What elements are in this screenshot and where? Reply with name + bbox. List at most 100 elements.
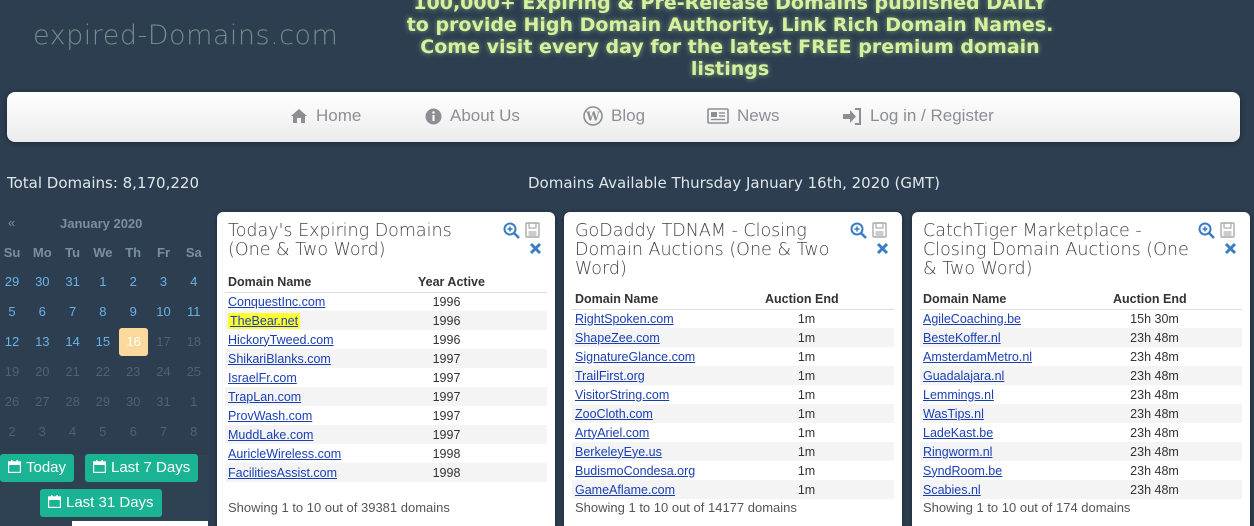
calendar-day[interactable]: 12 (0, 327, 27, 357)
domain-link[interactable]: LadeKast.be (923, 426, 993, 440)
table-header-row: Domain Name Year Active (225, 272, 547, 293)
calendar-day[interactable]: 2 (118, 267, 148, 297)
domain-link[interactable]: VisitorString.com (575, 388, 669, 402)
table-row: FacilitiesAssist.com 1998 (225, 463, 547, 482)
domain-link[interactable]: ConquestInc.com (228, 295, 325, 309)
calendar-day: 23 (125, 364, 141, 379)
domain-link[interactable]: Scabies.nl (923, 483, 981, 497)
domain-link[interactable]: Guadalajara.nl (923, 369, 1004, 383)
last-31-days-button[interactable]: Last 31 Days (40, 489, 162, 517)
domain-link[interactable]: AmsterdamMetro.nl (923, 350, 1032, 364)
domain-table: Domain Name Year Active ConquestInc.com 199… (225, 272, 547, 482)
col-secondary[interactable]: Auction End (762, 289, 894, 310)
panel-expiring-domains: Today's Expiring Domains (One & Two Word… (217, 212, 555, 526)
calendar-prev-month[interactable]: « (8, 215, 15, 230)
domain-link[interactable]: WasTips.nl (923, 407, 984, 421)
table-row: ZooCloth.com 1m (572, 404, 894, 423)
domain-link[interactable]: BesteKoffer.nl (923, 331, 1001, 345)
value-cell: 1m (797, 387, 816, 402)
calendar-day[interactable]: 31 (58, 267, 88, 297)
calendar-day[interactable]: 9 (118, 297, 148, 327)
calendar-day[interactable]: 7 (58, 297, 88, 327)
domain-link[interactable]: BerkeleyEye.us (575, 445, 662, 459)
table-row: Ringworm.nl 23h 48m (920, 442, 1242, 461)
domain-cell: TrailFirst.org (572, 366, 762, 385)
domain-link[interactable]: RightSpoken.com (575, 312, 674, 326)
domain-link[interactable]: Ringworm.nl (923, 445, 992, 459)
calendar-day: 24 (156, 364, 171, 379)
domain-link[interactable]: IsraelFr.com (228, 371, 297, 385)
domain-link[interactable]: TrailFirst.org (575, 369, 645, 383)
table-row: AmsterdamMetro.nl 23h 48m (920, 347, 1242, 366)
domain-link[interactable]: Lemmings.nl (923, 388, 994, 402)
table-row: HickoryTweed.com 1996 (225, 330, 547, 349)
calendar-day[interactable]: 5 (0, 297, 27, 327)
domain-link[interactable]: SyndRoom.be (923, 464, 1002, 478)
col-secondary[interactable]: Auction End (1110, 289, 1242, 310)
domain-link[interactable]: BudismoCondesa.org (575, 464, 695, 478)
calendar-day[interactable]: 14 (58, 327, 88, 357)
calendar-day[interactable]: 8 (88, 297, 118, 327)
value-cell: 23h 48m (1130, 425, 1179, 440)
domain-link[interactable]: AgileCoaching.be (923, 312, 1021, 326)
col-domain-name[interactable]: Domain Name (920, 289, 1110, 310)
domain-link[interactable]: TheBear.net (228, 312, 301, 329)
calendar-day[interactable]: 1 (88, 267, 118, 297)
col-secondary[interactable]: Year Active (415, 272, 547, 293)
calendar-day-today[interactable]: 16 (119, 328, 149, 356)
table-row: SignatureGlance.com 1m (572, 347, 894, 366)
domain-link[interactable]: GameAflame.com (575, 483, 675, 497)
domain-link[interactable]: ProvWash.com (228, 409, 312, 423)
domain-link[interactable]: MuddLake.com (228, 428, 313, 442)
calendar-day[interactable]: 15 (88, 327, 118, 357)
domain-link[interactable]: TrapLan.com (228, 390, 301, 404)
save-icon[interactable] (1220, 222, 1235, 238)
calendar-day: 21 (65, 364, 80, 379)
nav-home[interactable]: Home (290, 106, 361, 126)
nav-login[interactable]: Log in / Register (842, 106, 994, 126)
calendar-day[interactable]: 11 (179, 297, 209, 327)
value-cell: 23h 48m (1110, 442, 1242, 461)
table-footer: Showing 1 to 10 out of 14177 domains (575, 500, 797, 515)
zoom-in-icon[interactable] (1198, 222, 1215, 239)
table-row: SyndRoom.be 23h 48m (920, 461, 1242, 480)
close-icon[interactable] (1224, 242, 1237, 255)
calendar-dow: Fr (157, 245, 170, 260)
nav-about[interactable]: About Us (425, 106, 520, 126)
col-domain-name[interactable]: Domain Name (225, 272, 415, 293)
zoom-in-icon[interactable] (503, 222, 520, 239)
domain-link[interactable]: ArtyAriel.com (575, 426, 649, 440)
calendar-day[interactable]: 10 (149, 297, 179, 327)
nav-news[interactable]: News (707, 106, 780, 126)
domain-link[interactable]: FacilitiesAssist.com (228, 466, 337, 480)
domain-link[interactable]: AuricleWireless.com (228, 447, 341, 461)
domain-link[interactable]: HickoryTweed.com (228, 333, 334, 347)
close-icon[interactable] (876, 242, 889, 255)
domain-cell: AgileCoaching.be (920, 309, 1110, 328)
domain-link[interactable]: SignatureGlance.com (575, 350, 695, 364)
save-icon[interactable] (872, 222, 887, 238)
today-button[interactable]: Today (0, 454, 75, 482)
domain-link[interactable]: ZooCloth.com (575, 407, 653, 421)
table-row: TrailFirst.org 1m (572, 366, 894, 385)
col-domain-name[interactable]: Domain Name (572, 289, 762, 310)
calendar-day[interactable]: 6 (27, 297, 57, 327)
total-domains: Total Domains: 8,170,220 (7, 174, 199, 192)
last-7-days-button[interactable]: Last 7 Days (85, 454, 199, 482)
table-row: ProvWash.com 1997 (225, 406, 547, 425)
value-cell: 23h 48m (1130, 349, 1179, 364)
calendar-day[interactable]: 4 (179, 267, 209, 297)
domain-link[interactable]: ShapeZee.com (575, 331, 660, 345)
site-logo[interactable]: expired-Domains.com (33, 20, 338, 51)
value-cell: 1997 (415, 349, 547, 368)
calendar-day[interactable]: 3 (149, 267, 179, 297)
save-icon[interactable] (525, 222, 540, 238)
calendar-day[interactable]: 13 (27, 327, 57, 357)
calendar-month-title[interactable]: January 2020 (60, 216, 142, 231)
domain-link[interactable]: ShikariBlanks.com (228, 352, 331, 366)
zoom-in-icon[interactable] (850, 222, 867, 239)
calendar-day[interactable]: 29 (0, 267, 27, 297)
calendar-day[interactable]: 30 (27, 267, 57, 297)
nav-blog[interactable]: W Blog (583, 106, 645, 126)
close-icon[interactable] (529, 242, 542, 255)
